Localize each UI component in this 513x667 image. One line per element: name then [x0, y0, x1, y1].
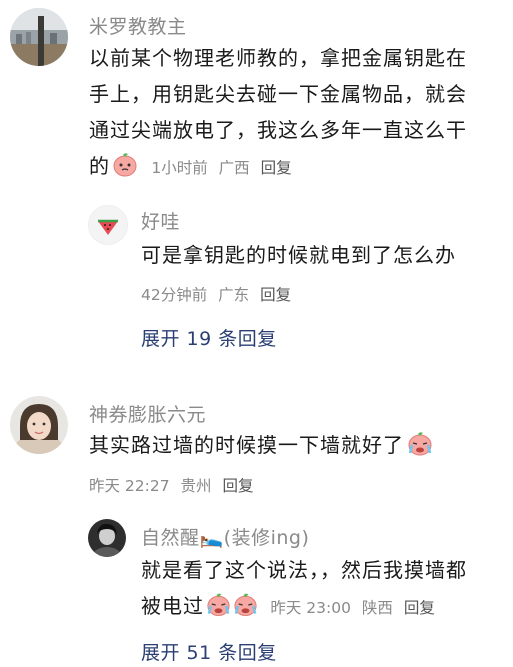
sub-reply-meta: 昨天 23:00 陕西 回复 [270, 599, 441, 617]
comment-meta: 昨天 22:27 贵州 回复 [89, 474, 260, 496]
sub-reply-text: 可是拿钥匙的时候就电到了怎么办 [141, 243, 456, 267]
comment-text-line: 手上，用钥匙尖去碰一下金属物品，就会 [89, 82, 467, 106]
crying-face-emoji [205, 591, 232, 628]
sub-reply-username[interactable]: 好哇 [141, 207, 180, 234]
comment-meta: 1小时前 广西 回复 [151, 159, 297, 177]
expand-replies-link[interactable]: 展开 19 条回复 [141, 324, 277, 351]
reply-button[interactable]: 回复 [404, 599, 435, 617]
avatar-user-1[interactable] [10, 8, 68, 66]
reply-button[interactable]: 回复 [223, 477, 254, 495]
reply-button[interactable]: 回复 [261, 159, 292, 177]
comment-text: 其实路过墙的时候摸一下墙就好了 [89, 427, 434, 467]
sub-reply-location: 陕西 [361, 599, 393, 617]
sub-reply-username[interactable]: 自然醒🛌(装修ing) [141, 523, 309, 550]
comment-time: 昨天 22:27 [89, 477, 170, 495]
sub-reply-text-line: 被电过 昨天 23:00 陕西 回复 [141, 588, 441, 628]
crying-face-emoji [406, 430, 434, 467]
peach-face-emoji [112, 151, 138, 188]
reply-button[interactable]: 回复 [260, 286, 291, 304]
comment-text: 以前某个物理老师教的，拿把金属钥匙在 手上，用钥匙尖去碰一下金属物品，就会 通过… [89, 40, 509, 188]
crying-face-emoji [232, 591, 259, 628]
comment-time: 1小时前 [151, 159, 208, 177]
comment-text-line: 以前某个物理老师教的，拿把金属钥匙在 [89, 46, 467, 70]
comment-text-body: 其实路过墙的时候摸一下墙就好了 [89, 433, 404, 457]
avatar-user-2[interactable] [10, 396, 68, 454]
comment-location: 广西 [218, 159, 250, 177]
comment-text-line: 通过尖端放电了，我这么多年一直这么干 [89, 118, 467, 142]
sub-reply-location: 广东 [218, 286, 250, 304]
comment-location: 贵州 [180, 477, 212, 495]
comment-text-tail: 的 [89, 154, 110, 178]
comment-username[interactable]: 米罗教教主 [89, 12, 187, 39]
sub-reply-text-tail: 被电过 [141, 594, 204, 618]
avatar-sub-reply-2[interactable] [88, 519, 126, 557]
expand-replies-link[interactable]: 展开 51 条回复 [141, 638, 277, 665]
sub-reply-meta: 42分钟前 广东 回复 [141, 283, 297, 305]
watermelon-icon [98, 219, 118, 235]
avatar-sub-reply-1[interactable] [88, 205, 128, 245]
sub-reply-time: 42分钟前 [141, 286, 208, 304]
sub-reply-text-line: 就是看了这个说法，，然后我摸墙都 [141, 558, 467, 582]
comment-last-line: 的 1小时前 广西 回复 [89, 148, 509, 188]
comment-username[interactable]: 神券膨胀六元 [89, 400, 206, 427]
sub-reply-time: 昨天 23:00 [270, 599, 351, 617]
